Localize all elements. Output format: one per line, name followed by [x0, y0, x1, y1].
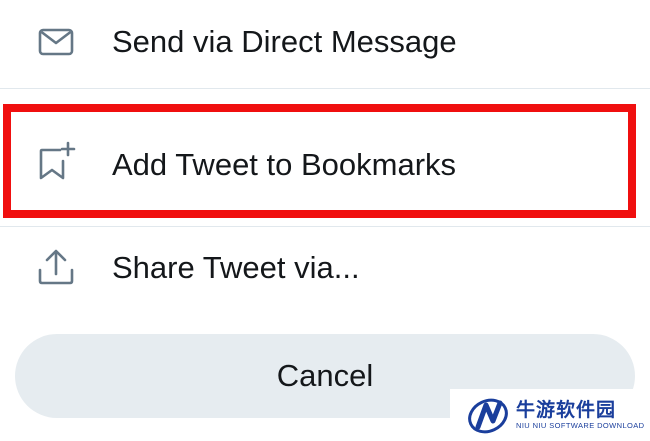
watermark-title: 牛游软件园: [516, 399, 617, 421]
share-action-sheet: Send via Direct Message Add Tweet to Boo…: [0, 0, 650, 441]
menu-item-label: Send via Direct Message: [112, 24, 457, 59]
watermark: 牛游软件园 NIU NIU SOFTWARE DOWNLOAD: [450, 389, 650, 441]
share-icon: [36, 247, 76, 287]
divider: [0, 226, 650, 227]
divider: [0, 88, 650, 89]
watermark-subtitle: NIU NIU SOFTWARE DOWNLOAD: [516, 421, 645, 430]
envelope-icon: [36, 22, 76, 62]
watermark-logo-icon: [468, 398, 508, 434]
highlight-box: [3, 104, 636, 218]
menu-item-share-tweet-via[interactable]: Share Tweet via...: [0, 230, 650, 310]
menu-item-send-direct-message[interactable]: Send via Direct Message: [0, 0, 650, 88]
menu-item-label: Share Tweet via...: [112, 250, 360, 285]
